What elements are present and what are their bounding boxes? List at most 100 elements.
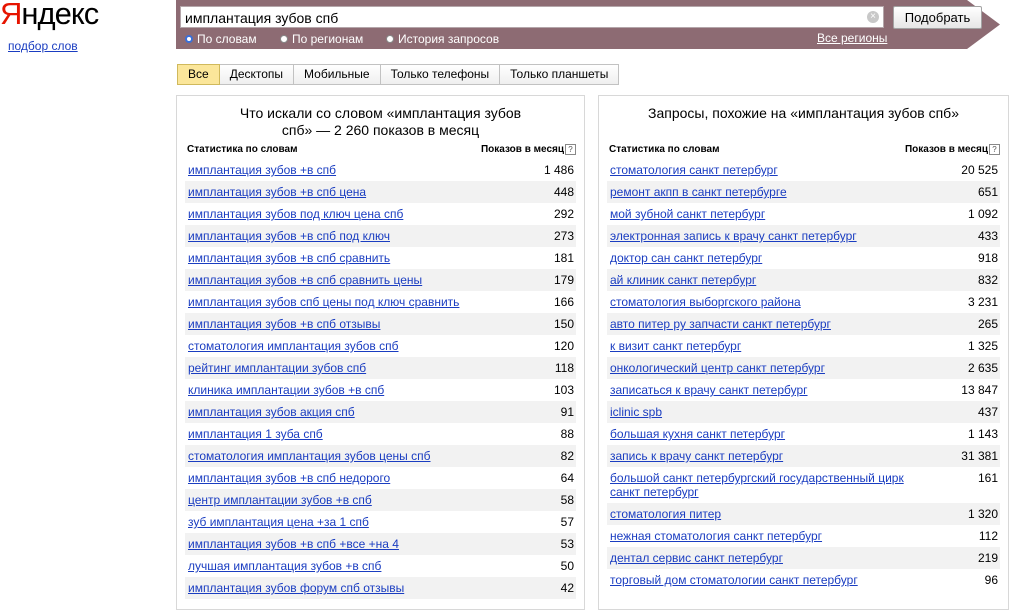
phrase-link[interactable]: имплантация зубов акция спб — [188, 405, 488, 419]
phrase-link[interactable]: зуб имплантация цена +за 1 спб — [188, 515, 488, 529]
phrase-link[interactable]: имплантация зубов +в спб под ключ — [188, 229, 488, 243]
phrase-link[interactable]: стоматология имплантация зубов цены спб — [188, 449, 488, 463]
phrase-link[interactable]: доктор сан санкт петербург — [610, 251, 910, 265]
table-row: имплантация зубов +в спб сравнить цены 17… — [185, 269, 576, 291]
phrase-link[interactable]: имплантация 1 зуба спб — [188, 427, 488, 441]
impressions-count: 292 — [553, 207, 574, 221]
tab-tablets-only[interactable]: Только планшеты — [500, 64, 620, 85]
mode-label: История запросов — [398, 32, 500, 46]
phrase-link[interactable]: торговый дом стоматологии санкт петербур… — [610, 573, 910, 587]
left-panel-title: Что искали со словом «имплантация зубов … — [239, 105, 522, 138]
phrase-link[interactable]: дентал сервис санкт петербург — [610, 551, 910, 565]
table-row: имплантация зубов под ключ цена спб 292 — [185, 203, 576, 225]
mode-radio-words[interactable]: По словам — [185, 31, 257, 47]
phrase-link[interactable]: имплантация зубов форум спб отзывы — [188, 581, 488, 595]
impressions-count: 53 — [560, 537, 574, 551]
all-regions-link[interactable]: Все регионы — [817, 31, 887, 45]
phrase-link[interactable]: авто питер ру запчасти санкт петербург — [610, 317, 910, 331]
phrase-link[interactable]: имплантация зубов под ключ цена спб — [188, 207, 488, 221]
search-field[interactable]: × — [180, 6, 884, 28]
table-row: имплантация зубов +в спб +все +на 4 53 — [185, 533, 576, 555]
phrase-link[interactable]: имплантация зубов +в спб сравнить — [188, 251, 488, 265]
mode-label: По регионам — [292, 32, 364, 46]
mode-radio-history[interactable]: История запросов — [386, 31, 499, 47]
table-row: ай клиник санкт петербург 832 — [607, 269, 1000, 291]
impressions-count: 120 — [553, 339, 574, 353]
impressions-count: 273 — [553, 229, 574, 243]
column-header-count: Показов в месяц? — [905, 144, 1000, 155]
table-row: нежная стоматология санкт петербург 112 — [607, 525, 1000, 547]
table-row: мой зубной санкт петербург 1 092 — [607, 203, 1000, 225]
tab-desktops[interactable]: Десктопы — [219, 64, 295, 85]
mode-label: По словам — [197, 32, 257, 46]
help-icon[interactable]: ? — [989, 144, 1000, 155]
column-header-count: Показов в месяц? — [481, 144, 576, 155]
table-row: большой санкт петербургский государствен… — [607, 467, 1000, 503]
help-icon[interactable]: ? — [565, 144, 576, 155]
phrase-link[interactable]: стоматология питер — [610, 507, 910, 521]
impressions-count: 437 — [977, 405, 998, 419]
table-row: стоматология выборгского района 3 231 — [607, 291, 1000, 313]
phrase-link[interactable]: рейтинг имплантации зубов спб — [188, 361, 488, 375]
tab-mobile[interactable]: Мобильные — [294, 64, 381, 85]
impressions-count: 91 — [560, 405, 574, 419]
phrase-link[interactable]: большая кухня санкт петербург — [610, 427, 910, 441]
impressions-count: 161 — [977, 471, 998, 485]
table-row: стоматология питер 1 320 — [607, 503, 1000, 525]
radio-icon — [386, 35, 394, 43]
wordstat-service-link[interactable]: подбор слов — [8, 39, 78, 53]
phrase-link[interactable]: имплантация зубов +в спб — [188, 163, 488, 177]
impressions-count: 433 — [977, 229, 998, 243]
phrase-link[interactable]: лучшая имплантация зубов +в спб — [188, 559, 488, 573]
phrase-link[interactable]: большой санкт петербургский государствен… — [610, 471, 910, 499]
phrase-link[interactable]: электронная запись к врачу санкт петербу… — [610, 229, 910, 243]
phrase-link[interactable]: записаться к врачу санкт петербург — [610, 383, 910, 397]
phrase-link[interactable]: к визит санкт петербург — [610, 339, 910, 353]
phrase-link[interactable]: стоматология санкт петербург — [610, 163, 910, 177]
phrase-link[interactable]: ай клиник санкт петербург — [610, 273, 910, 287]
clear-icon[interactable]: × — [867, 11, 879, 23]
phrase-link[interactable]: имплантация зубов +в спб недорого — [188, 471, 488, 485]
phrase-link[interactable]: имплантация зубов +в спб цена — [188, 185, 488, 199]
phrase-link[interactable]: имплантация зубов +в спб отзывы — [188, 317, 488, 331]
logo-first-letter: Я — [0, 0, 22, 31]
tab-all[interactable]: Все — [177, 64, 220, 85]
phrase-link[interactable]: стоматология выборгского района — [610, 295, 910, 309]
impressions-count: 2 635 — [967, 361, 998, 375]
tab-phones-only[interactable]: Только телефоны — [380, 64, 501, 85]
impressions-count: 181 — [553, 251, 574, 265]
phrase-link[interactable]: центр имплантации зубов +в спб — [188, 493, 488, 507]
right-table-header: Статистика по словам Показов в месяц? — [609, 144, 1000, 158]
right-panel-title: Запросы, похожие на «имплантация зубов с… — [648, 105, 959, 121]
phrase-link[interactable]: запись к врачу санкт петербург — [610, 449, 910, 463]
yandex-logo[interactable]: Яндекс — [0, 0, 99, 32]
phrase-link[interactable]: нежная стоматология санкт петербург — [610, 529, 910, 543]
impressions-count: 918 — [977, 251, 998, 265]
impressions-count: 13 847 — [961, 383, 998, 397]
impressions-count: 1 320 — [967, 507, 998, 521]
column-header-count-label: Показов в месяц — [904, 144, 988, 155]
phrase-link[interactable]: имплантация зубов +в спб +все +на 4 — [188, 537, 488, 551]
impressions-count: 1 325 — [967, 339, 998, 353]
phrase-link[interactable]: имплантация зубов спб цены под ключ срав… — [188, 295, 488, 309]
mode-radio-regions[interactable]: По регионам — [280, 31, 363, 47]
table-row: электронная запись к врачу санкт петербу… — [607, 225, 1000, 247]
impressions-count: 20 525 — [961, 163, 998, 177]
phrase-link[interactable]: ремонт акпп в санкт петербурге — [610, 185, 910, 199]
submit-button[interactable]: Подобрать — [893, 6, 982, 29]
radio-icon — [280, 35, 288, 43]
phrase-link[interactable]: онкологический центр санкт петербург — [610, 361, 910, 375]
impressions-count: 112 — [978, 529, 998, 543]
impressions-count: 50 — [560, 559, 574, 573]
table-row: центр имплантации зубов +в спб 58 — [185, 489, 576, 511]
table-row: авто питер ру запчасти санкт петербург 26… — [607, 313, 1000, 335]
table-row: лучшая имплантация зубов +в спб 50 — [185, 555, 576, 577]
impressions-count: 103 — [553, 383, 574, 397]
phrase-link[interactable]: iclinic spb — [610, 405, 910, 419]
phrase-link[interactable]: клиника имплантации зубов +в спб — [188, 383, 488, 397]
phrase-link[interactable]: стоматология имплантация зубов спб — [188, 339, 488, 353]
phrase-link[interactable]: мой зубной санкт петербург — [610, 207, 910, 221]
table-row: iclinic spb 437 — [607, 401, 1000, 423]
phrase-link[interactable]: имплантация зубов +в спб сравнить цены — [188, 273, 488, 287]
search-input[interactable] — [185, 9, 855, 26]
